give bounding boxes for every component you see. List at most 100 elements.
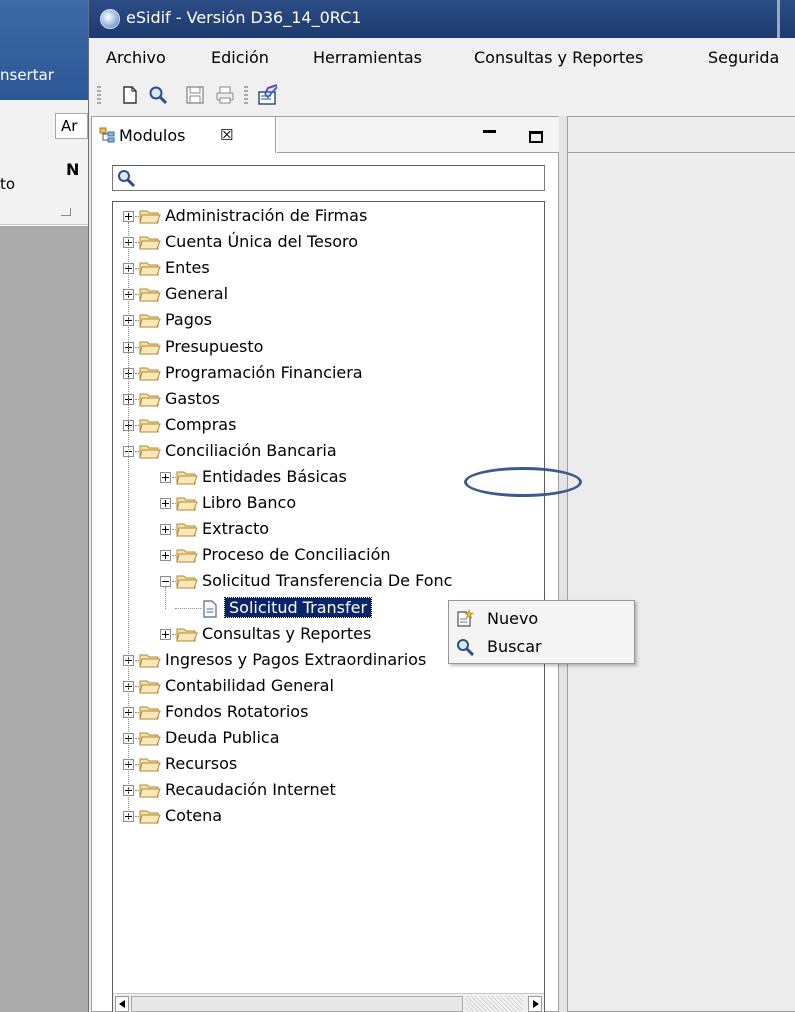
folder-icon — [176, 626, 198, 643]
tree-node-label: Compras — [165, 414, 237, 434]
tree-node[interactable]: Proceso de Conciliación — [113, 544, 544, 568]
menu-item-buscar[interactable]: Buscar — [453, 634, 631, 660]
tree-node[interactable]: Cuenta Única del Tesoro — [113, 231, 544, 255]
expand-icon[interactable] — [160, 472, 171, 483]
ribbon-tab-bar — [0, 0, 88, 100]
search-input[interactable] — [112, 165, 545, 191]
toolbar-grip[interactable] — [97, 86, 101, 106]
tree-node[interactable]: Cotena — [113, 805, 544, 829]
tree-node[interactable]: Libro Banco — [113, 492, 544, 516]
folder-icon — [139, 365, 161, 382]
tree-node-label: Conciliación Bancaria — [165, 440, 337, 460]
search-icon[interactable] — [147, 84, 169, 106]
tree-node[interactable]: Presupuesto — [113, 336, 544, 360]
view-splitter[interactable] — [559, 116, 567, 1012]
tree-node-folder[interactable]: Solicitud Transferencia De Fonc — [113, 570, 544, 594]
folder-icon — [139, 808, 161, 825]
tree-node[interactable]: Contabilidad General — [113, 675, 544, 699]
folder-icon — [139, 234, 161, 251]
document-icon — [203, 599, 217, 618]
tree-connector — [175, 607, 201, 609]
ribbon-tab-insertar[interactable]: nsertar — [0, 66, 54, 84]
tab-modulos[interactable]: Modulos ☒ — [93, 117, 276, 153]
folder-icon — [176, 469, 198, 486]
folder-icon — [139, 730, 161, 747]
toolbar — [89, 74, 795, 118]
menu-item-nuevo[interactable]: Nuevo — [453, 606, 631, 632]
esidif-app-icon — [100, 9, 120, 29]
expand-icon[interactable] — [160, 628, 171, 640]
tree-node-label: Pagos — [165, 310, 213, 330]
tree-connector — [165, 587, 166, 610]
folder-icon — [176, 573, 198, 590]
scroll-track[interactable] — [465, 996, 523, 1012]
menu-herramientas[interactable]: Herramientas — [313, 48, 422, 67]
save-icon[interactable] — [184, 84, 206, 106]
tree-node[interactable]: General — [113, 283, 544, 307]
tree-node-label: Proceso de Conciliación — [202, 545, 391, 565]
tree-node[interactable]: Recaudación Internet — [113, 779, 544, 803]
scroll-left-button[interactable] — [115, 996, 129, 1012]
minimize-icon[interactable] — [482, 127, 498, 141]
tree-node[interactable]: Compras — [113, 414, 544, 438]
horizontal-scrollbar[interactable] — [113, 993, 544, 1012]
tree-connector — [128, 222, 129, 821]
tree-node-label: Entidades Básicas — [202, 467, 347, 486]
menu-edicion[interactable]: Edición — [211, 48, 269, 67]
folder-icon — [176, 495, 198, 512]
expand-icon[interactable] — [123, 211, 134, 222]
folder-icon — [139, 339, 161, 356]
tree-node-folder[interactable]: Conciliación Bancaria — [113, 440, 544, 464]
tab-modulos-label: Modulos — [119, 126, 186, 145]
menu-seguridad[interactable]: Segurida — [708, 48, 779, 67]
background-app: nsertar Ar N to — [0, 0, 88, 1012]
collapse-icon[interactable] — [160, 576, 171, 588]
edit-form-icon[interactable] — [257, 84, 279, 106]
tree-node[interactable]: Pagos — [113, 309, 544, 333]
tree-node-label: Recaudación Internet — [165, 780, 336, 800]
title-bar: eSidif - Versión D36_14_0RC1 — [89, 0, 795, 38]
esidif-window: eSidif - Versión D36_14_0RC1 Archivo Edi… — [88, 0, 795, 1012]
tree-node[interactable]: Administración de Firmas — [113, 205, 544, 229]
bold-button[interactable]: N — [66, 160, 79, 179]
menu-consultas-y-reportes[interactable]: Consultas y Reportes — [474, 48, 643, 67]
folder-icon — [139, 782, 161, 799]
tree-node-label: Extracto — [202, 519, 270, 539]
tree-node[interactable]: Recursos — [113, 753, 544, 777]
tree-node[interactable]: Entes — [113, 257, 544, 281]
tree-node[interactable]: Gastos — [113, 388, 544, 412]
expand-icon[interactable] — [160, 524, 171, 536]
folder-icon — [139, 417, 161, 434]
tree-node[interactable]: Deuda Publica — [113, 727, 544, 751]
tree-node-label: Entes — [165, 258, 210, 278]
folder-icon — [139, 208, 161, 225]
tree-node-label: Administración de Firmas — [165, 206, 368, 225]
tree-node[interactable]: Extracto — [113, 518, 544, 542]
search-icon — [116, 168, 136, 188]
expand-icon[interactable] — [160, 550, 171, 562]
new-document-icon[interactable] — [119, 84, 141, 106]
scroll-right-button[interactable] — [528, 996, 542, 1012]
maximize-icon[interactable] — [529, 131, 543, 143]
scroll-thumb[interactable] — [131, 996, 463, 1012]
expand-icon[interactable] — [160, 498, 171, 510]
folder-icon — [139, 756, 161, 773]
folder-icon — [139, 652, 161, 669]
menu-item-buscar-label: Buscar — [487, 637, 542, 656]
font-name-box[interactable]: Ar — [55, 113, 88, 139]
tree-node-label: Fondos Rotatorios — [165, 701, 309, 721]
tree-node-label: Solicitud Transfer — [223, 596, 373, 618]
tree-node-label: Cuenta Única del Tesoro — [165, 232, 359, 252]
document-background — [0, 226, 88, 1012]
tree-node-label: Programación Financiera — [165, 362, 363, 382]
tree-node[interactable]: Fondos Rotatorios — [113, 701, 544, 725]
close-icon[interactable]: ☒ — [220, 126, 233, 144]
dialog-launcher-icon[interactable] — [61, 208, 71, 216]
folder-icon — [176, 547, 198, 564]
tree-node-label: Deuda Publica — [165, 728, 280, 747]
editor-area — [567, 116, 795, 1012]
menu-archivo[interactable]: Archivo — [106, 48, 166, 67]
print-icon[interactable] — [214, 84, 236, 106]
modulos-view: Modulos ☒ Administración de Firmas Cuenta… — [91, 116, 559, 1012]
tree-node[interactable]: Programación Financiera — [113, 362, 544, 386]
